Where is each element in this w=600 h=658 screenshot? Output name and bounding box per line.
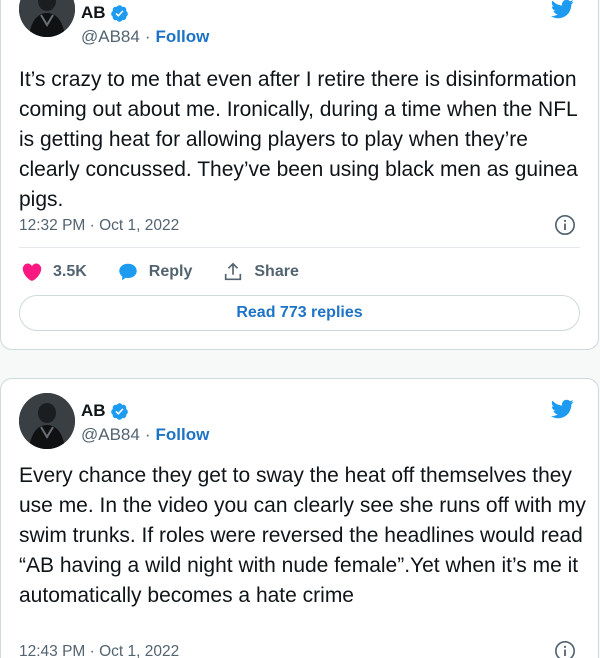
verified-badge-icon (110, 4, 128, 22)
follow-link[interactable]: Follow (156, 27, 210, 47)
author-handle[interactable]: @AB84 (81, 27, 140, 47)
author-name[interactable]: AB (81, 3, 106, 23)
author-handle-row: @AB84 · Follow (81, 27, 209, 47)
tweet-actions: 3.5K Reply Share (21, 261, 329, 283)
info-icon[interactable] (554, 640, 576, 658)
tweet-timestamp[interactable]: 12:43 PM · Oct 1, 2022 (19, 643, 179, 658)
tweet-card[interactable]: AB @AB84 · Follow Every chance they get … (0, 378, 599, 658)
twitter-bird-icon[interactable] (548, 397, 576, 421)
separator-dot: · (144, 425, 151, 444)
share-label: Share (254, 263, 299, 280)
tweet-feed: AB @AB84 · Follow It’s crazy to me that … (0, 0, 600, 658)
author-handle[interactable]: @AB84 (81, 425, 140, 445)
share-button[interactable]: Share (222, 261, 299, 283)
heart-icon (22, 263, 42, 281)
like-button[interactable]: 3.5K (21, 261, 87, 283)
reply-bubble-icon (119, 263, 137, 281)
author-name-row: AB (81, 401, 129, 421)
separator-dot: · (144, 27, 151, 46)
avatar[interactable] (19, 393, 75, 449)
tweet-text: It’s crazy to me that even after I retir… (19, 68, 578, 211)
avatar[interactable] (19, 0, 75, 37)
author-handle-row: @AB84 · Follow (81, 425, 209, 445)
author-name[interactable]: AB (81, 401, 106, 421)
verified-badge-icon (110, 402, 128, 420)
like-count: 3.5K (53, 263, 87, 280)
tweet-timestamp[interactable]: 12:32 PM · Oct 1, 2022 (19, 217, 179, 235)
info-icon[interactable] (554, 214, 576, 236)
divider (19, 247, 580, 248)
tweet-card[interactable]: AB @AB84 · Follow It’s crazy to me that … (0, 0, 599, 350)
author-name-row: AB (81, 3, 129, 23)
share-icon (225, 262, 242, 281)
reply-label: Reply (148, 263, 193, 280)
follow-link[interactable]: Follow (156, 425, 210, 445)
twitter-bird-icon[interactable] (548, 0, 576, 21)
reply-button[interactable]: Reply (117, 261, 193, 283)
read-replies-button[interactable]: Read 773 replies (19, 295, 580, 331)
tweet-text: Every chance they get to sway the heat o… (19, 464, 586, 607)
